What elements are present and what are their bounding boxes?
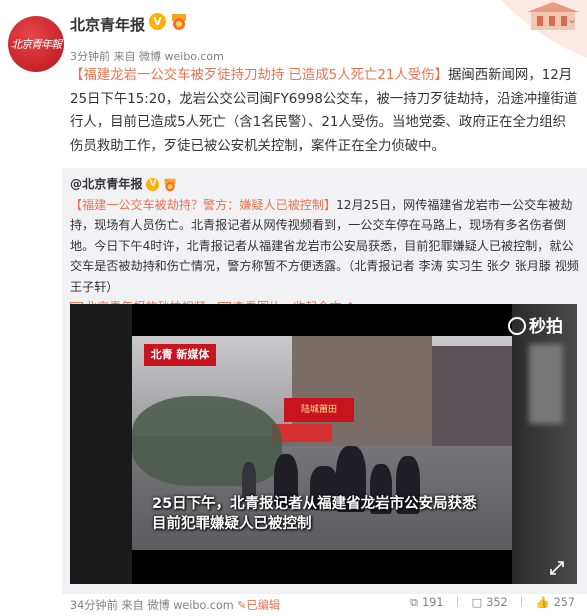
post-meta: 3分钟前 来自 微博 weibo.com [70, 48, 224, 64]
repost-title[interactable]: 【福建一公交车被劫持？警方：嫌疑人已被控制】 [70, 198, 336, 212]
holiday-decoration-icon [501, 0, 587, 58]
miaopai-logo-icon [508, 317, 526, 335]
repost-time[interactable]: 34分钟前 [70, 599, 118, 612]
like-icon: 👍 [535, 596, 550, 609]
miaopai-watermark: 秒拍 [508, 312, 563, 337]
repost-body: @北京青年报 V 【福建一公交车被劫持？警方：嫌疑人已被控制】12月25日，网传… [70, 174, 582, 317]
avatar[interactable]: 北京青年報 [8, 16, 64, 72]
video-caption-line-1: 25日下午，北青报记者从福建省龙岩市公安局获悉 [152, 496, 477, 512]
shop-sign: 陆城莆田 [284, 398, 354, 422]
like-button[interactable]: 👍 257 [536, 596, 575, 609]
medal-icon [164, 178, 176, 191]
repost-footer: 34分钟前 来自 微博 weibo.com ✎已编辑 ⧉ 191 □ 352 👍 25… [62, 593, 587, 616]
repost-card: @北京青年报 V 【福建一公交车被劫持？警方：嫌疑人已被控制】12月25日，网传… [62, 168, 587, 594]
edited-label[interactable]: 已编辑 [247, 599, 281, 612]
video-blur-right [512, 304, 577, 584]
video-blur-left [70, 304, 132, 584]
share-button[interactable]: ⧉ 191 [410, 596, 443, 610]
divider [521, 596, 523, 607]
post-time[interactable]: 3分钟前 [70, 50, 110, 63]
comment-button[interactable]: □ 352 [472, 596, 508, 609]
post-hashtag-title[interactable]: 【福建龙岩一公交车被歹徒持刀劫持 已造成5人死亡21人受伤】 [70, 68, 448, 83]
chevron-down-icon[interactable]: ⌄ [567, 12, 577, 26]
medal-icon [172, 14, 186, 30]
edit-icon: ✎ [237, 599, 247, 612]
post-body: 【福建龙岩一公交车被歹徒持刀劫持 已造成5人死亡21人受伤】据闽西新闻网，12月… [70, 64, 578, 158]
share-count: 191 [422, 596, 444, 609]
post-header: 北京青年報 北京青年报 V 3分钟前 来自 微博 weibo.com ⌄ [0, 0, 587, 72]
miaopai-label: 秒拍 [529, 317, 563, 337]
comment-count: 352 [486, 596, 508, 609]
repost-source[interactable]: 微博 weibo.com [147, 599, 233, 612]
like-count: 257 [553, 596, 575, 609]
news-logo: 北青 新媒体 [144, 344, 216, 366]
video-caption: 25日下午，北青报记者从福建省龙岩市公安局获悉 目前犯罪嫌疑人已被控制 [152, 494, 477, 534]
verified-icon: V [149, 13, 166, 30]
verified-icon: V [146, 178, 160, 191]
post-source[interactable]: 微博 weibo.com [139, 50, 224, 63]
fullscreen-icon[interactable] [549, 560, 565, 576]
repost-source-prefix: 来自 [121, 599, 144, 612]
repost-meta: 34分钟前 来自 微博 weibo.com ✎已编辑 [70, 597, 280, 613]
video-caption-line-2: 目前犯罪嫌疑人已被控制 [152, 516, 312, 532]
video-player[interactable]: 陆城莆田 北青 新媒体 秒拍 25日下午，北青报记者从福建省龙岩市公安局获悉 目… [70, 304, 577, 584]
repost-stats: ⧉ 191 □ 352 👍 257 [400, 596, 575, 610]
author-name[interactable]: 北京青年报 [70, 14, 145, 35]
source-prefix: 来自 [113, 50, 136, 63]
avatar-logo-text: 北京青年報 [11, 38, 62, 51]
repost-author[interactable]: @北京青年报 [70, 177, 143, 191]
divider [457, 596, 459, 607]
share-icon: ⧉ [410, 596, 419, 609]
comment-icon: □ [471, 596, 483, 609]
